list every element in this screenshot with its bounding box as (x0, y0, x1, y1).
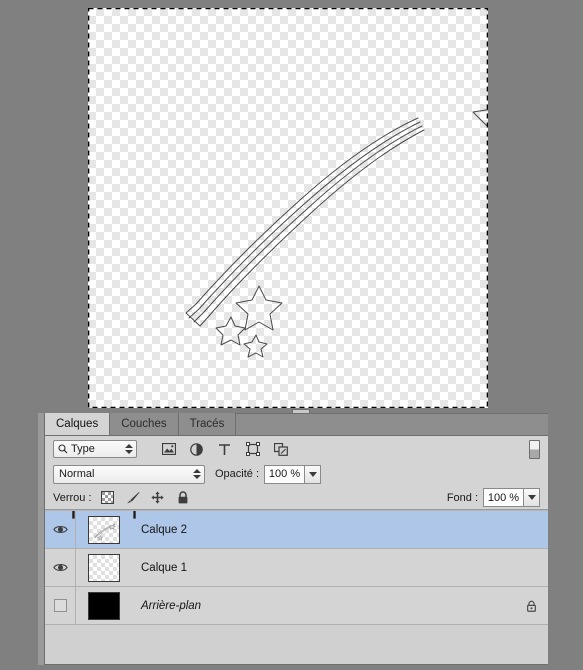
layer-lock-indicator (514, 549, 548, 586)
panel-dock: Calques Couches Tracés Type Normal Opaci… (38, 413, 548, 665)
blend-mode-row: Normal Opacité : 100 % (45, 462, 548, 486)
tab-couches-label: Couches (121, 418, 167, 430)
tab-calques[interactable]: Calques (45, 413, 111, 435)
chevron-down-icon (527, 495, 536, 500)
adjustment-layer-filter-icon[interactable] (189, 442, 204, 457)
layer-thumbnail-artwork (94, 523, 117, 540)
lock-icon-group (101, 491, 190, 505)
search-icon (58, 444, 68, 454)
layer-lock-indicator (514, 587, 548, 624)
lock-label: Verrou : (53, 491, 92, 504)
eye-icon (52, 564, 68, 571)
fill-label: Fond : (446, 491, 478, 504)
lock-image-pixels-brush-icon[interactable] (126, 491, 140, 505)
type-layer-filter-icon[interactable] (217, 442, 232, 457)
fill-dropdown-button[interactable] (523, 488, 540, 507)
lock-position-move-icon[interactable] (151, 491, 165, 505)
smart-object-filter-icon[interactable] (273, 442, 288, 457)
layer-visibility-toggle[interactable] (45, 549, 76, 586)
opacity-field-group: 100 % (264, 464, 322, 484)
layer-name[interactable]: Calque 1 (132, 562, 514, 574)
layer-thumbnail-cell[interactable] (72, 511, 136, 562)
layer-thumbnail (88, 591, 120, 620)
lock-all-padlock-icon[interactable] (176, 491, 190, 505)
lock-transparent-pixels-icon[interactable] (101, 491, 115, 505)
layer-filter-type-label: Type (71, 443, 95, 455)
fill-field-group: 100 % (483, 488, 540, 507)
tab-traces-label: Tracés (189, 418, 225, 430)
fill-input[interactable]: 100 % (483, 488, 523, 507)
eye-icon (52, 526, 68, 533)
layer-thumbnail (88, 515, 120, 544)
layer-filter-icon-group (161, 442, 288, 457)
blend-mode-select[interactable]: Normal (53, 464, 205, 484)
padlock-icon (526, 600, 536, 612)
canvas-artwork-shooting-star (185, 109, 488, 358)
document-canvas-window[interactable] (88, 8, 488, 408)
opacity-dropdown-button[interactable] (304, 464, 322, 484)
pixel-layer-filter-icon[interactable] (161, 442, 176, 457)
layers-panel: Calques Couches Tracés Type Normal Opaci… (45, 413, 548, 665)
layer-thumbnail-cell[interactable] (76, 549, 132, 586)
layer-name[interactable]: Arrière-plan (132, 600, 514, 612)
layer-visibility-toggle[interactable] (45, 511, 76, 548)
opacity-label: Opacité : (215, 468, 260, 480)
tab-traces[interactable]: Tracés (178, 413, 237, 435)
layer-list[interactable]: Calque 2 Calque 1 Arrière-plan (45, 510, 548, 664)
eye-off-icon (53, 599, 67, 612)
layer-thumbnail-cell[interactable] (76, 587, 132, 624)
chevron-down-icon (308, 471, 317, 477)
table-row[interactable]: Calque 2 (45, 511, 548, 562)
layer-filter-row: Type (45, 436, 548, 462)
shape-layer-filter-icon[interactable] (245, 442, 260, 457)
table-row[interactable]: Arrière-plan (45, 587, 548, 625)
tab-calques-label: Calques (56, 418, 99, 430)
layer-lock-indicator (514, 511, 548, 548)
layer-visibility-toggle[interactable] (45, 587, 76, 624)
opacity-input[interactable]: 100 % (264, 464, 305, 484)
updown-stepper-icon[interactable] (125, 443, 133, 455)
layer-name[interactable]: Calque 2 (132, 524, 514, 536)
layer-filter-type-select[interactable]: Type (53, 440, 137, 458)
blend-mode-stepper-icon[interactable] (193, 468, 201, 480)
filter-enable-toggle[interactable] (529, 439, 540, 459)
tab-couches[interactable]: Couches (110, 413, 179, 435)
table-row[interactable]: Calque 1 (45, 549, 548, 587)
lock-row: Verrou : Fond: 100 % (45, 486, 548, 510)
layer-thumbnail (88, 553, 120, 582)
dock-left-gutter (38, 413, 45, 665)
panel-tab-strip: Calques Couches Tracés (45, 413, 548, 436)
blend-mode-value: Normal (59, 468, 95, 480)
